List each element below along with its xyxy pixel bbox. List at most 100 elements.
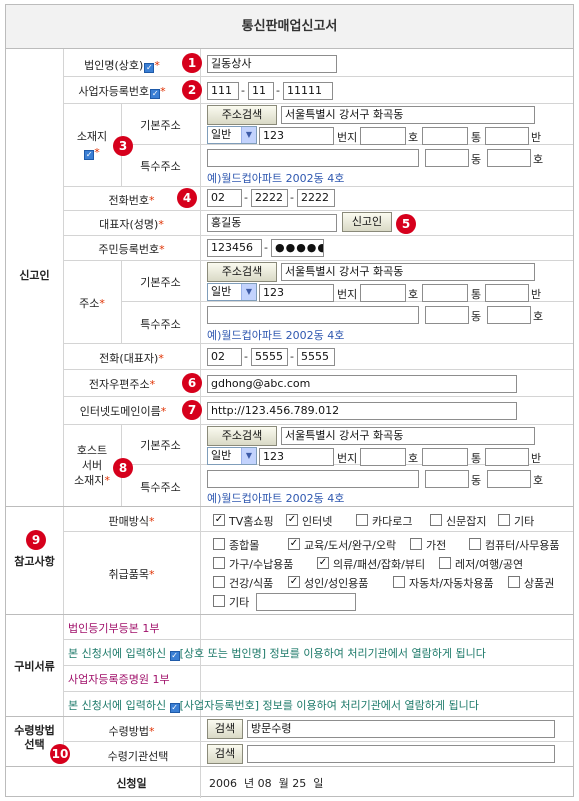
item-checkbox[interactable] [213,538,225,550]
receipt-agency-search-button[interactable]: 검색 [207,744,243,764]
special-addr-label: 특수주소 [140,318,181,331]
item-label: 기타 [229,596,250,609]
items-label: 취급품목* [108,568,155,581]
form-title: 통신판매업신고서 [6,5,573,49]
addr-tong-input[interactable] [422,448,468,466]
addr-type-select[interactable]: 일반 ▼ [207,126,257,144]
special-ho-input[interactable] [487,470,531,488]
phone-part2[interactable]: 2222 [251,189,288,207]
addr-ho-input[interactable] [360,127,406,145]
rrn-back-input[interactable]: ●●●●● [271,239,324,257]
domain-input[interactable]: http://123.456.789.012 [207,402,517,420]
badge-1: 1 [182,53,202,73]
email-input[interactable]: gdhong@abc.com [207,375,517,393]
phone-part1[interactable]: 02 [207,189,242,207]
special-dong-input[interactable] [425,149,469,167]
unit-bunji: 번지 [337,288,358,301]
unit-ho: 호 [408,288,419,301]
rep-phone-part3[interactable]: 5555 [297,348,335,366]
addr-no-input[interactable]: 123 [259,448,334,466]
sales-checkbox[interactable]: ✓ [286,514,298,526]
item-checkbox[interactable] [508,576,520,588]
badge-2: 2 [182,80,202,100]
rrn-label: 주민등록번호* [98,243,165,256]
dash: - [276,84,280,97]
rrn-front-input[interactable]: 123456 [207,239,262,257]
receipt-method-input[interactable]: 방문수령 [247,720,555,738]
badge-10: 10 [50,744,70,764]
special-ho-input[interactable] [487,149,531,167]
sales-checkbox[interactable] [498,514,510,526]
addr-no-input[interactable]: 123 [259,127,334,145]
dash: - [290,191,294,204]
addr-tong-input[interactable] [422,284,468,302]
rep-phone-part2[interactable]: 5555 [251,348,288,366]
phone-part3[interactable]: 2222 [297,189,335,207]
item-checkbox[interactable]: ✓ [317,557,329,569]
unit-ho: 호 [533,153,544,166]
checked-icon: ✓ [169,651,180,661]
addr-type-select[interactable]: 일반 ▼ [207,283,257,301]
chevron-down-icon: ▼ [241,127,256,143]
special-addr-input[interactable] [207,470,419,488]
item-checkbox[interactable] [439,557,451,569]
item-checkbox[interactable]: ✓ [288,576,300,588]
addr-ho-input[interactable] [360,284,406,302]
addr-no-input[interactable]: 123 [259,284,334,302]
special-dong-input[interactable] [425,306,469,324]
item-checkbox[interactable] [469,538,481,550]
corp-name-input[interactable]: 길동상사 [207,55,337,73]
item-checkbox[interactable] [213,557,225,569]
item-label: 성인/성인용품 [304,577,369,590]
receipt-method-search-button[interactable]: 검색 [207,719,243,739]
addr-type-select[interactable]: 일반 ▼ [207,447,257,465]
addr-input[interactable]: 서울특별시 강서구 화곡동 [281,263,535,281]
special-addr-input[interactable] [207,306,419,324]
item-label: 교육/도서/완구/오락 [304,539,397,552]
special-dong-input[interactable] [425,470,469,488]
addr-search-button[interactable]: 주소검색 [207,262,277,282]
addr-ban-input[interactable] [485,284,529,302]
doc2-note: 본 신청서에 입력하신 ✓ [사업자등록번호] 정보를 이용하여 처리기관에서 열… [68,699,479,713]
item-checkbox[interactable] [410,538,422,550]
item-label: 건강/식품 [229,577,274,590]
special-addr-input[interactable] [207,149,419,167]
item-checkbox[interactable] [213,595,225,607]
item-checkbox[interactable] [393,576,405,588]
example-text: 예)월드컵아파트 2002동 4호 [207,329,345,342]
sales-checkbox[interactable]: ✓ [213,514,225,526]
rep-phone-part1[interactable]: 02 [207,348,242,366]
chevron-down-icon: ▼ [241,284,256,300]
item-label: 자동차/자동차용품 [409,577,494,590]
item-label: 가전 [426,539,447,552]
addr-ho-input[interactable] [360,448,406,466]
biz-no-part2[interactable]: 11 [248,82,274,100]
basic-addr-label: 기본주소 [140,119,181,132]
unit-tong: 통 [471,452,482,465]
addr-ban-input[interactable] [485,448,529,466]
sales-checkbox[interactable] [430,514,442,526]
rep-input[interactable]: 홍길동 [207,214,337,232]
dash: - [244,350,248,363]
biz-no-part3[interactable]: 11111 [283,82,333,100]
unit-ho: 호 [533,310,544,323]
receipt-agency-input[interactable] [247,745,555,763]
addr-search-button[interactable]: 주소검색 [207,105,277,125]
address-label: 주소* [79,297,105,310]
sales-checkbox[interactable] [356,514,368,526]
addr-tong-input[interactable] [422,127,468,145]
verify-button[interactable]: 신고인 [342,212,392,232]
checked-icon: ✓ [150,89,161,99]
item-checkbox[interactable] [213,576,225,588]
addr-input[interactable]: 서울특별시 강서구 화곡동 [281,106,535,124]
special-ho-input[interactable] [487,306,531,324]
addr-ban-input[interactable] [485,127,529,145]
special-addr-label: 특수주소 [140,481,181,494]
badge-9: 9 [26,530,46,550]
items-etc-input[interactable] [256,593,356,611]
addr-search-button[interactable]: 주소검색 [207,426,277,446]
item-checkbox[interactable]: ✓ [288,538,300,550]
sales-label: 기타 [514,515,535,528]
addr-input[interactable]: 서울특별시 강서구 화곡동 [281,427,535,445]
biz-no-part1[interactable]: 111 [207,82,239,100]
